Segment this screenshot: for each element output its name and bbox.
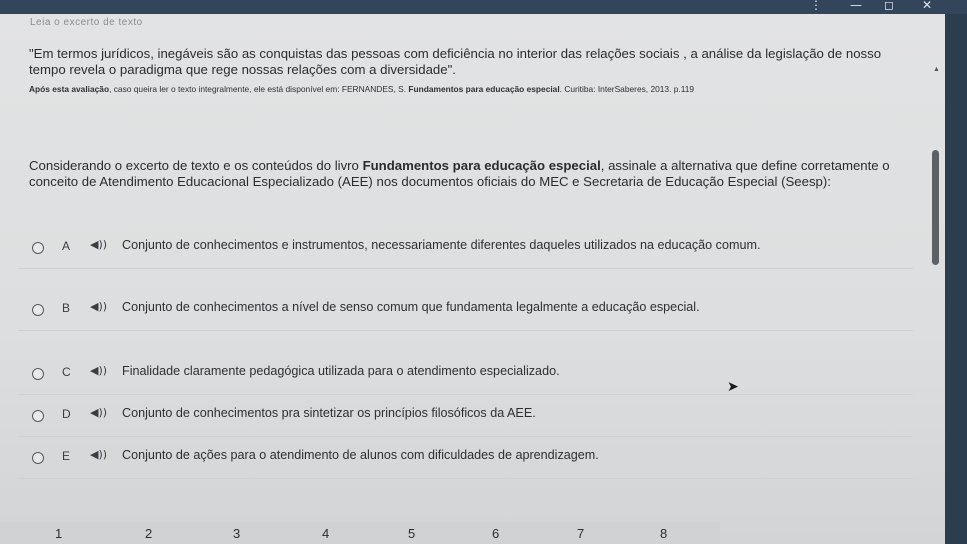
option-text: Conjunto de conhecimentos pra sintetizar… bbox=[122, 406, 536, 420]
radio-button[interactable] bbox=[32, 242, 44, 254]
speaker-icon[interactable]: ◀)) bbox=[90, 448, 107, 461]
option-a[interactable]: A ◀)) Conjunto de conhecimentos e instru… bbox=[18, 226, 913, 269]
option-letter: A bbox=[62, 239, 71, 253]
option-text: Conjunto de ações para o atendimento de … bbox=[122, 448, 599, 462]
speaker-icon[interactable]: ◀)) bbox=[90, 364, 107, 377]
speaker-icon[interactable]: ◀)) bbox=[90, 238, 107, 251]
option-letter: C bbox=[62, 365, 71, 379]
scroll-up-icon[interactable]: ▲ bbox=[933, 66, 940, 73]
previous-heading: Leia o excerto de texto bbox=[30, 17, 143, 28]
page-2[interactable]: 2 bbox=[145, 526, 152, 541]
speaker-icon[interactable]: ◀)) bbox=[90, 406, 107, 419]
source-suffix: . Curitiba: InterSaberes, 2013. p.119 bbox=[559, 84, 695, 94]
option-c[interactable]: C ◀)) Finalidade claramente pedagógica u… bbox=[18, 352, 913, 395]
source-prefix: Após esta avaliação bbox=[29, 84, 110, 94]
option-b[interactable]: B ◀)) Conjunto de conhecimentos a nível … bbox=[18, 288, 913, 331]
option-letter: B bbox=[62, 301, 71, 315]
right-frame bbox=[945, 14, 967, 544]
scrollbar-thumb[interactable] bbox=[932, 150, 939, 265]
option-d[interactable]: D ◀)) Conjunto de conhecimentos pra sint… bbox=[18, 394, 913, 437]
option-text: Conjunto de conhecimentos e instrumentos… bbox=[122, 238, 761, 252]
window-titlebar: ⋮ — ◻ ✕ bbox=[0, 0, 967, 14]
radio-button[interactable] bbox=[32, 410, 44, 422]
mouse-cursor-icon: ➤ bbox=[727, 379, 739, 395]
prompt-book: Fundamentos para educação especial bbox=[362, 158, 601, 173]
option-text: Conjunto de conhecimentos a nível de sen… bbox=[122, 300, 700, 314]
question-prompt: Considerando o excerto de texto e os con… bbox=[29, 158, 909, 190]
page-3[interactable]: 3 bbox=[233, 526, 240, 541]
radio-button[interactable] bbox=[32, 304, 44, 316]
page-4[interactable]: 4 bbox=[322, 526, 329, 541]
option-text: Finalidade claramente pedagógica utiliza… bbox=[122, 364, 560, 378]
option-letter: E bbox=[62, 449, 71, 463]
option-letter: D bbox=[62, 407, 71, 421]
speaker-icon[interactable]: ◀)) bbox=[90, 300, 107, 313]
source-text: , caso queira ler o texto integralmente,… bbox=[109, 84, 409, 94]
maximize-icon[interactable]: ◻ bbox=[884, 0, 894, 12]
menu-icon[interactable]: ⋮ bbox=[810, 0, 822, 12]
source-book: Fundamentos para educação especial bbox=[408, 84, 560, 94]
page-1[interactable]: 1 bbox=[55, 526, 62, 541]
page-6[interactable]: 6 bbox=[492, 526, 499, 541]
close-icon[interactable]: ✕ bbox=[922, 0, 932, 12]
option-e[interactable]: E ◀)) Conjunto de ações para o atendimen… bbox=[18, 436, 913, 479]
question-pagination: 1 2 3 4 5 6 7 8 bbox=[0, 522, 720, 544]
page-5[interactable]: 5 bbox=[408, 526, 415, 541]
page-7[interactable]: 7 bbox=[577, 526, 584, 541]
source-note: Após esta avaliação, caso queira ler o t… bbox=[29, 84, 909, 94]
quote-text: "Em termos jurídicos, inegáveis são as c… bbox=[29, 46, 882, 77]
page-8[interactable]: 8 bbox=[660, 526, 667, 541]
radio-button[interactable] bbox=[32, 368, 44, 380]
prompt-before: Considerando o excerto de texto e os con… bbox=[29, 158, 363, 173]
radio-button[interactable] bbox=[32, 452, 44, 464]
minimize-icon[interactable]: — bbox=[850, 0, 862, 12]
